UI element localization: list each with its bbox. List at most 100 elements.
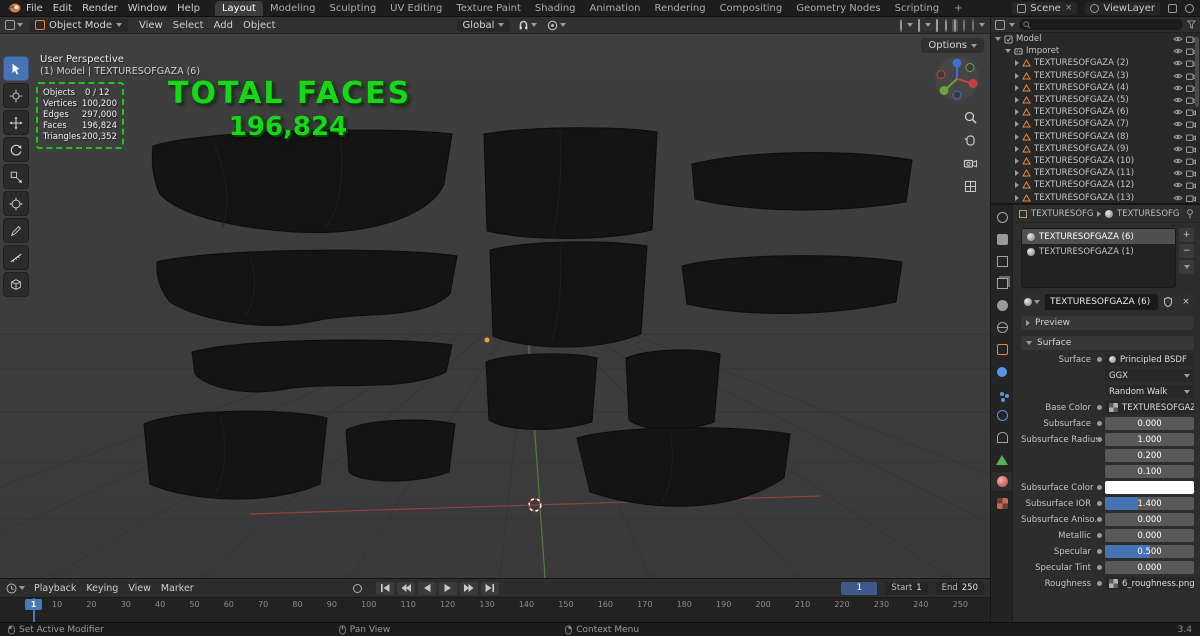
hide-viewport-icon[interactable] bbox=[1173, 96, 1183, 104]
topbar-menu-item[interactable]: Window bbox=[123, 3, 172, 14]
workspace-tab[interactable]: Scripting bbox=[888, 1, 946, 16]
tool-move[interactable] bbox=[3, 110, 29, 135]
unlink-material-button[interactable]: × bbox=[1178, 294, 1194, 310]
expand-icon[interactable] bbox=[1015, 72, 1019, 79]
camera-view-icon[interactable] bbox=[963, 156, 978, 171]
tab-view-layer[interactable] bbox=[991, 274, 1013, 293]
subsurface-color-swatch[interactable] bbox=[1105, 481, 1194, 494]
tab-physics[interactable] bbox=[991, 406, 1013, 425]
prev-keyframe-button[interactable] bbox=[396, 581, 415, 595]
tab-constraints[interactable] bbox=[991, 428, 1013, 447]
outliner-search-input[interactable] bbox=[1019, 19, 1183, 30]
slot-specials-button[interactable] bbox=[1179, 260, 1194, 274]
timeline-menu-item[interactable]: View bbox=[123, 583, 156, 594]
viewport-menu-item[interactable]: Add bbox=[209, 20, 238, 31]
timeline-menu-item[interactable]: Marker bbox=[156, 583, 199, 594]
workspace-tab[interactable]: Animation bbox=[583, 1, 648, 16]
disable-render-icon[interactable] bbox=[1186, 194, 1196, 202]
base-color-texture-button[interactable]: TEXTURESOFGAZA (6)... bbox=[1105, 401, 1194, 414]
next-keyframe-button[interactable] bbox=[459, 581, 478, 595]
outliner-item[interactable]: TEXTURESOFGAZA (11) bbox=[991, 167, 1200, 179]
outliner-item[interactable]: TEXTURESOFGAZA (4) bbox=[991, 82, 1200, 94]
expand-icon[interactable] bbox=[1015, 60, 1019, 67]
subsurface-method-dropdown[interactable]: Random Walk bbox=[1105, 385, 1194, 398]
disable-render-icon[interactable] bbox=[1186, 133, 1196, 141]
tab-texture[interactable] bbox=[991, 494, 1013, 513]
tool-add-cube[interactable] bbox=[3, 272, 29, 297]
cloth-object-10[interactable] bbox=[143, 410, 328, 500]
tab-material[interactable] bbox=[991, 472, 1013, 491]
distribution-dropdown[interactable]: GGX bbox=[1105, 369, 1194, 382]
workspace-tab[interactable]: Modeling bbox=[263, 1, 323, 16]
cloth-object-5[interactable] bbox=[489, 241, 648, 348]
hide-viewport-icon[interactable] bbox=[1173, 35, 1183, 43]
metallic-slider[interactable]: 0.000 bbox=[1105, 529, 1194, 542]
hide-viewport-icon[interactable] bbox=[1173, 47, 1183, 55]
material-name-field[interactable]: TEXTURESOFGAZA (6) bbox=[1045, 294, 1158, 310]
outliner-item[interactable]: TEXTURESOFGAZA (5) bbox=[991, 94, 1200, 106]
playhead[interactable]: 1 bbox=[25, 598, 42, 623]
navigation-gizmo[interactable] bbox=[934, 56, 980, 102]
subsurface-ior-slider[interactable]: 1.400 bbox=[1105, 497, 1194, 510]
cloth-object-7[interactable] bbox=[191, 339, 453, 393]
editor-dropdown-icon[interactable] bbox=[1009, 22, 1015, 27]
zoom-icon[interactable] bbox=[963, 110, 978, 125]
editor-type-button[interactable] bbox=[5, 20, 23, 30]
disable-render-icon[interactable] bbox=[1186, 157, 1196, 165]
fake-user-button[interactable] bbox=[1160, 294, 1176, 310]
viewport-menu-item[interactable]: View bbox=[134, 20, 168, 31]
expand-icon[interactable] bbox=[1015, 157, 1019, 164]
tool-measure[interactable] bbox=[3, 245, 29, 270]
workspace-tab[interactable]: Shading bbox=[528, 1, 583, 16]
viewport-canvas[interactable] bbox=[0, 34, 990, 578]
proportional-editing-toggle[interactable] bbox=[545, 19, 568, 32]
show-overlays-toggle[interactable] bbox=[916, 18, 922, 32]
tab-modifiers[interactable] bbox=[991, 362, 1013, 381]
hide-viewport-icon[interactable] bbox=[1173, 181, 1183, 189]
viewport-menu-item[interactable]: Object bbox=[238, 20, 281, 31]
specular-slider[interactable]: 0.500 bbox=[1105, 545, 1194, 558]
outliner-item[interactable]: TEXTURESOFGAZA (2) bbox=[991, 57, 1200, 69]
preview-section-header[interactable]: Preview bbox=[1021, 316, 1194, 330]
disable-render-icon[interactable] bbox=[1186, 145, 1196, 153]
expand-icon[interactable] bbox=[1015, 121, 1019, 128]
cloth-object-12[interactable] bbox=[576, 427, 791, 507]
xray-toggle[interactable] bbox=[934, 18, 940, 32]
show-gizmos-toggle[interactable] bbox=[898, 18, 904, 32]
shading-dropdown-icon[interactable] bbox=[979, 23, 985, 27]
subsurface-anisotropy-slider[interactable]: 0.000 bbox=[1105, 513, 1194, 526]
cloth-object-1[interactable] bbox=[151, 129, 453, 233]
jump-to-start-button[interactable] bbox=[375, 581, 394, 595]
expand-icon[interactable] bbox=[1015, 97, 1019, 104]
hide-viewport-icon[interactable] bbox=[1173, 120, 1183, 128]
outliner-item[interactable]: TEXTURESOFGAZA (12) bbox=[991, 179, 1200, 191]
hide-viewport-icon[interactable] bbox=[1173, 108, 1183, 116]
tab-object-data[interactable] bbox=[991, 450, 1013, 469]
cloth-object-6[interactable] bbox=[681, 255, 903, 314]
expand-icon[interactable] bbox=[1015, 109, 1019, 116]
workspace-tab[interactable]: Layout bbox=[214, 0, 263, 16]
outliner-item[interactable]: TEXTURESOFGAZA (7) bbox=[991, 118, 1200, 130]
tool-transform[interactable] bbox=[3, 191, 29, 216]
frame-start-field[interactable]: Start 1 bbox=[885, 581, 928, 595]
disable-render-icon[interactable] bbox=[1186, 120, 1196, 129]
outliner-item[interactable]: TEXTURESOFGAZA (13) bbox=[991, 191, 1200, 203]
filter-icon[interactable] bbox=[1187, 20, 1196, 29]
disable-render-icon[interactable] bbox=[1186, 181, 1196, 190]
tool-annotate[interactable] bbox=[3, 218, 29, 243]
auto-keyframe-toggle[interactable] bbox=[352, 583, 362, 593]
roughness-texture-button[interactable]: 6_roughness.png × bbox=[1105, 577, 1194, 590]
tab-scene[interactable] bbox=[991, 296, 1013, 315]
hide-viewport-icon[interactable] bbox=[1173, 145, 1183, 153]
pin-icon[interactable] bbox=[1186, 208, 1194, 219]
viewport-menu-item[interactable]: Select bbox=[168, 20, 209, 31]
add-workspace-button[interactable]: + bbox=[950, 3, 966, 14]
outliner-item[interactable]: TEXTURESOFGAZA (3) bbox=[991, 70, 1200, 82]
timeline-editor-type-button[interactable] bbox=[6, 583, 25, 594]
remove-slot-button[interactable]: − bbox=[1179, 244, 1194, 258]
breadcrumb-object[interactable]: TEXTURESOFG... bbox=[1031, 209, 1093, 219]
subsurface-radius-x[interactable]: 1.000 bbox=[1105, 433, 1194, 446]
specular-tint-slider[interactable]: 0.000 bbox=[1105, 561, 1194, 574]
expand-icon[interactable] bbox=[995, 37, 1001, 42]
shading-wireframe-button[interactable] bbox=[943, 18, 949, 32]
